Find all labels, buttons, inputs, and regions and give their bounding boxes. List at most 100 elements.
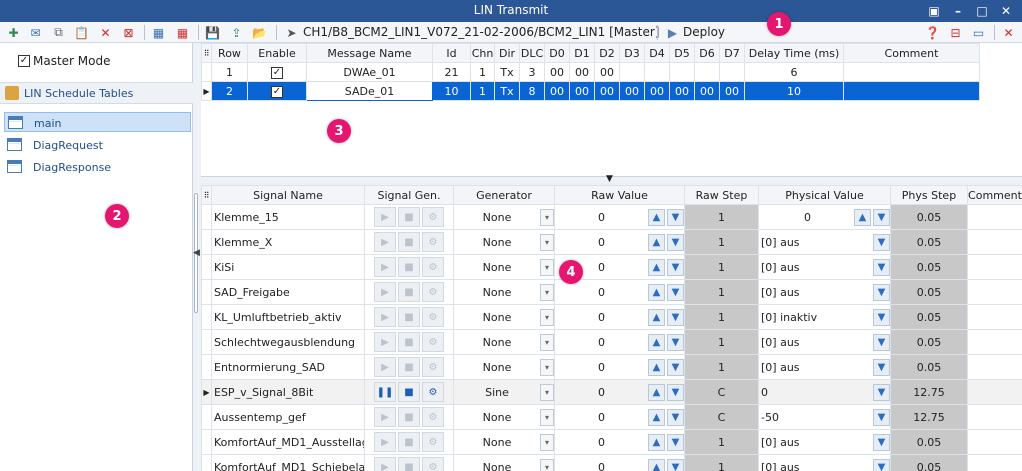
deploy-button[interactable]: Deploy — [683, 25, 725, 39]
col-dir[interactable]: Dir — [494, 43, 520, 63]
help-icon[interactable]: ❓ — [925, 25, 940, 40]
raw-value[interactable]: 0 — [556, 411, 649, 424]
cell-generator[interactable]: None ▾ — [453, 329, 555, 355]
gear-icon[interactable]: ⚙ — [422, 332, 444, 352]
chevron-down-icon[interactable]: ▼ — [873, 258, 890, 276]
chevron-down-icon[interactable]: ▾ — [540, 433, 554, 451]
raw-value[interactable]: 0 — [556, 386, 649, 399]
signal-row[interactable]: Klemme_X ▶ ■ ⚙ None ▾ 0 ▲ ▼ 1 [0] aus ▼ 0.05 — [201, 229, 1022, 255]
physical-value[interactable]: [0] aus — [761, 436, 800, 449]
cell-raw-step[interactable]: C — [684, 379, 759, 405]
arrow-down-icon[interactable]: ▼ — [667, 408, 684, 426]
cell-d1[interactable]: 00 — [569, 81, 595, 101]
cell-raw-step[interactable]: 1 — [684, 329, 759, 355]
arrow-up-icon[interactable]: ▲ — [648, 408, 665, 426]
cell-raw-value[interactable]: 0 ▲ ▼ — [554, 229, 685, 255]
cell-physical-value[interactable]: [0] inaktiv ▼ — [758, 304, 891, 330]
cell-signal-name[interactable]: Aussentemp_gef — [211, 404, 365, 430]
gear-icon[interactable]: ⚙ — [422, 282, 444, 302]
cell-phys-step[interactable]: 0.05 — [890, 354, 968, 380]
signal-row[interactable]: Schlechtwegausblendung ▶ ■ ⚙ None ▾ 0 ▲ ▼ 1 [0] au… — [201, 329, 1022, 355]
cell-comment[interactable] — [967, 354, 1022, 380]
arrow-up-icon[interactable]: ▲ — [648, 383, 665, 401]
signal-row[interactable]: KomfortAuf_MD1_Schiebelage ▶ ■ ⚙ None ▾ 0 ▲ ▼ 1 [0… — [201, 454, 1022, 471]
cell-raw-value[interactable]: 0 ▲ ▼ — [554, 429, 685, 455]
gear-icon[interactable]: ⚙ — [422, 382, 444, 402]
cell-phys-step[interactable]: 12.75 — [890, 379, 968, 405]
cell-signal-name[interactable]: KomfortAuf_MD1_Schiebelage — [211, 454, 365, 471]
cell-signal-name[interactable]: Klemme_15 — [211, 204, 365, 230]
chevron-down-icon[interactable]: ▾ — [540, 233, 554, 251]
arrow-up-icon[interactable]: ▲ — [648, 283, 665, 301]
cell-raw-value[interactable]: 0 ▲ ▼ — [554, 304, 685, 330]
chevron-down-icon[interactable]: ▼ — [873, 333, 890, 351]
col-phys-step[interactable]: Phys Step — [890, 185, 968, 205]
delete-all-icon[interactable]: ⊠ — [121, 25, 136, 40]
cell-d7[interactable]: 00 — [719, 81, 745, 101]
cell-physical-value[interactable]: [0] aus ▼ — [758, 354, 891, 380]
cell-raw-value[interactable]: 0 ▲ ▼ — [554, 404, 685, 430]
cell-raw-step[interactable]: 1 — [684, 254, 759, 280]
cell-signal-name[interactable]: SAD_Freigabe — [211, 279, 365, 305]
col-d4[interactable]: D4 — [644, 43, 670, 63]
physical-value[interactable]: [0] aus — [761, 261, 800, 274]
cell-physical-value[interactable]: [0] aus ▼ — [758, 429, 891, 455]
col-d6[interactable]: D6 — [694, 43, 720, 63]
chevron-down-icon[interactable]: ▼ — [873, 308, 890, 326]
cell-d4[interactable]: 00 — [644, 81, 670, 101]
cell-generator[interactable]: None ▾ — [453, 404, 555, 430]
physical-value[interactable]: 0 — [761, 386, 768, 399]
chevron-down-icon[interactable]: ▾ — [540, 208, 554, 226]
chevron-down-icon[interactable]: ▾ — [540, 258, 554, 276]
vertical-splitter[interactable]: ◀ — [193, 43, 201, 471]
stop-icon[interactable]: ■ — [398, 257, 420, 277]
chevron-down-icon[interactable]: ▼ — [873, 458, 890, 471]
cell-raw-step[interactable]: 1 — [684, 429, 759, 455]
raw-value[interactable]: 0 — [556, 461, 649, 471]
signal-row[interactable]: KomfortAuf_MD1_Ausstellage ▶ ■ ⚙ None ▾ 0 ▲ ▼ 1 [0… — [201, 429, 1022, 455]
stop-icon[interactable]: ■ — [398, 407, 420, 427]
cell-generator[interactable]: Sine ▾ — [453, 379, 555, 405]
raw-value[interactable]: 0 — [556, 361, 649, 374]
schedule-item-main[interactable]: main — [4, 112, 191, 132]
stop-icon[interactable]: ■ — [398, 332, 420, 352]
cell-phys-step[interactable]: 0.05 — [890, 429, 968, 455]
schedule-item-diagrequest[interactable]: DiagRequest — [4, 135, 191, 155]
cell-enable[interactable]: ✓ — [247, 81, 307, 101]
cell-generator[interactable]: None ▾ — [453, 429, 555, 455]
stop-icon[interactable]: ■ — [398, 457, 420, 471]
chevron-down-icon[interactable]: ▾ — [540, 458, 554, 471]
cell-signal-name[interactable]: KL_Umluftbetrieb_aktiv — [211, 304, 365, 330]
stop-icon[interactable]: ■ — [398, 432, 420, 452]
arrow-up-icon[interactable]: ▲ — [648, 308, 665, 326]
raw-value[interactable]: 0 — [556, 336, 649, 349]
pause-icon[interactable]: ❚❚ — [374, 382, 396, 402]
physical-value[interactable]: [0] aus — [761, 461, 800, 471]
cell-physical-value[interactable]: 0 ▲ ▼ — [758, 204, 891, 230]
collapse-down-icon[interactable]: ▼ — [606, 174, 613, 184]
cell-dlc[interactable]: 3 — [519, 62, 545, 82]
arrow-up-icon[interactable]: ▲ — [854, 208, 871, 226]
play-icon[interactable]: ▶ — [374, 357, 396, 377]
col-d1[interactable]: D1 — [569, 43, 595, 63]
cell-d2[interactable]: 00 — [594, 62, 620, 82]
table-delete-icon[interactable]: ▦ — [175, 25, 190, 40]
cell-raw-step[interactable]: 1 — [684, 229, 759, 255]
gear-icon[interactable]: ⚙ — [422, 432, 444, 452]
cell-comment[interactable] — [967, 329, 1022, 355]
arrow-up-icon[interactable]: ▲ — [648, 208, 665, 226]
col-chn[interactable]: Chn — [470, 43, 495, 63]
arrow-up-icon[interactable]: ▲ — [648, 433, 665, 451]
cell-id[interactable]: 10 — [432, 81, 471, 101]
gear-icon[interactable]: ⚙ — [422, 357, 444, 377]
signal-row[interactable]: Entnormierung_SAD ▶ ■ ⚙ None ▾ 0 ▲ ▼ 1 [0] aus ▼ 0.0… — [201, 354, 1022, 380]
cell-comment[interactable] — [967, 429, 1022, 455]
cell-raw-value[interactable]: 0 ▲ ▼ — [554, 354, 685, 380]
cell-chn[interactable]: 1 — [470, 62, 495, 82]
chevron-down-icon[interactable]: ▾ — [540, 358, 554, 376]
col-d3[interactable]: D3 — [619, 43, 645, 63]
cell-d3[interactable] — [619, 62, 645, 82]
arrow-down-icon[interactable]: ▼ — [667, 208, 684, 226]
gear-icon[interactable]: ⚙ — [422, 457, 444, 471]
minimize-button[interactable]: – — [948, 2, 968, 19]
